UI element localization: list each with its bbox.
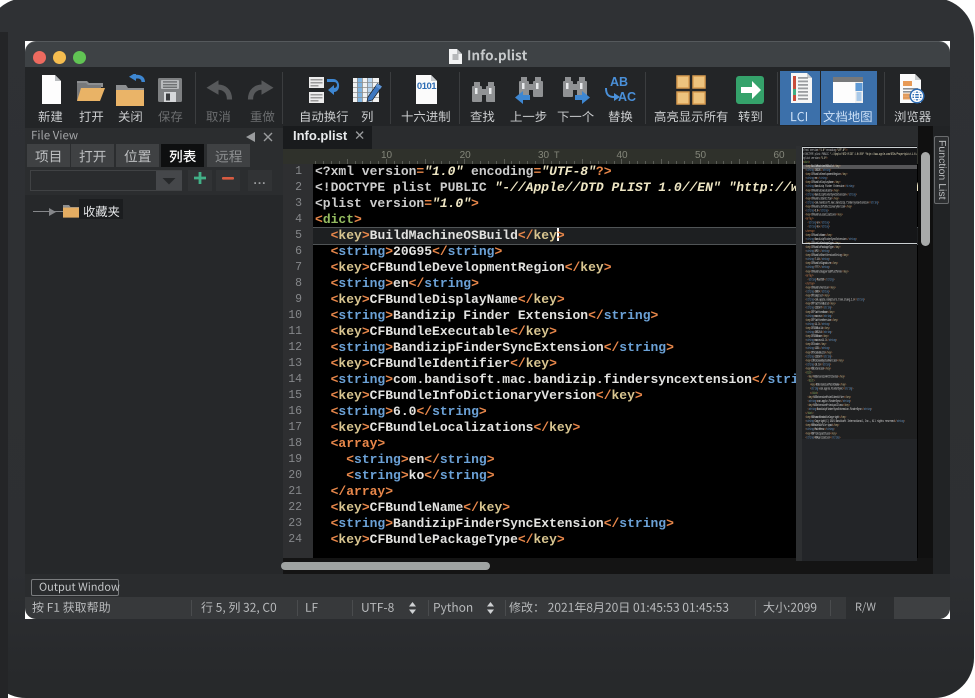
svg-text:0101: 0101 [416,81,436,92]
svg-text:AC: AC [618,90,636,103]
svg-text:AB: AB [610,75,628,89]
